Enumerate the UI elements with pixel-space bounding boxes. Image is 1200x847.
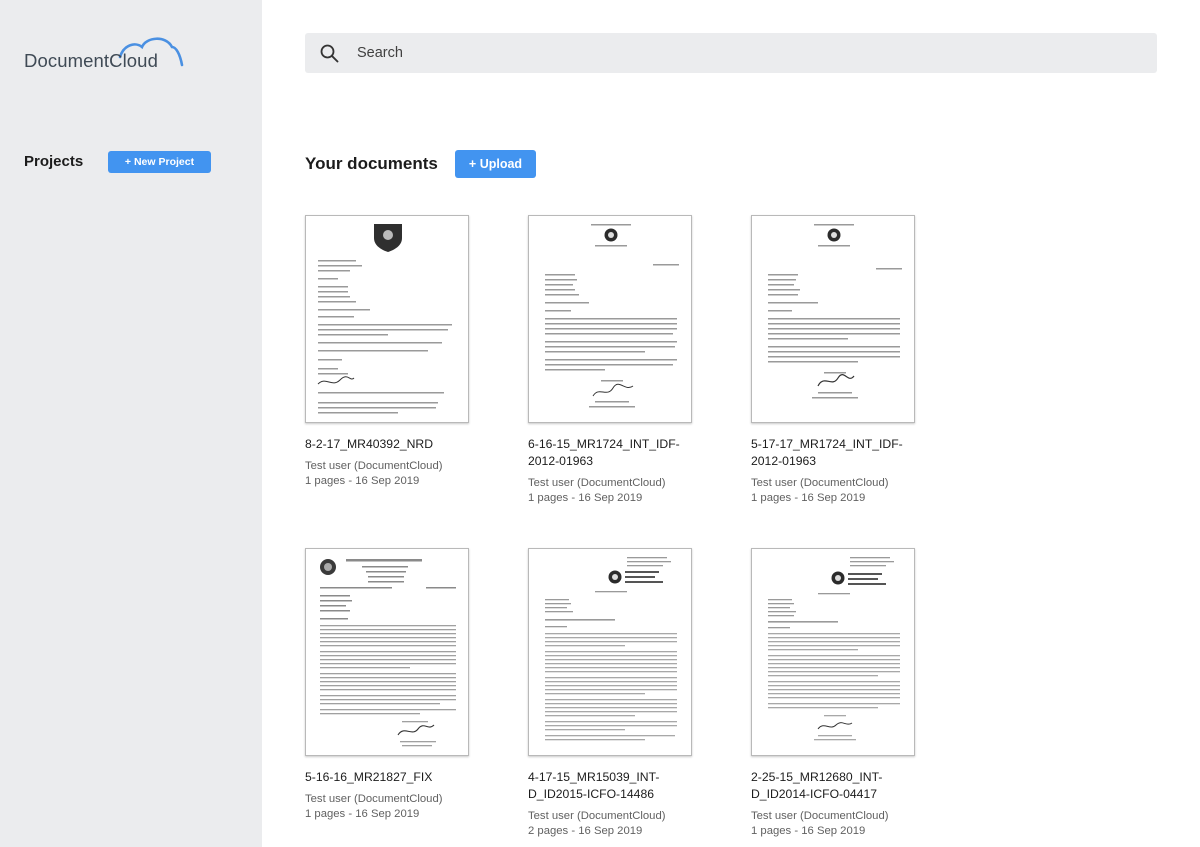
document-page-preview (545, 224, 679, 408)
document-info: 1 pages - 16 Sep 2019 (751, 824, 866, 837)
new-project-button[interactable]: + New Project (108, 151, 211, 173)
document-title[interactable]: 5-17-17_MR1724_INT_IDF-2012-01963 (751, 436, 927, 470)
document-thumbnail[interactable] (305, 215, 469, 423)
upload-button[interactable]: + Upload (455, 150, 536, 178)
document-author: Test user (DocumentCloud) (305, 793, 443, 805)
document-thumbnail[interactable] (528, 215, 692, 423)
document-author: Test user (DocumentCloud) (528, 477, 666, 489)
document-author: Test user (DocumentCloud) (305, 460, 443, 472)
document-title[interactable]: 2-25-15_MR12680_INT-D_ID2014-ICFO-04417 (751, 769, 927, 803)
document-title[interactable]: 5-16-16_MR21827_FIX (305, 769, 481, 786)
document-meta: Test user (DocumentCloud) 1 pages - 16 S… (528, 476, 728, 505)
document-page-preview (768, 224, 902, 399)
document-page-preview (768, 557, 900, 741)
document-info: 1 pages - 16 Sep 2019 (305, 807, 420, 820)
search-input[interactable] (357, 33, 1137, 73)
search-bar[interactable] (305, 33, 1157, 73)
document-info: 1 pages - 16 Sep 2019 (305, 474, 420, 487)
page-title: Your documents (305, 154, 438, 173)
document-author: Test user (DocumentCloud) (528, 810, 666, 822)
document-author: Test user (DocumentCloud) (751, 477, 889, 489)
document-page-preview (545, 557, 677, 741)
document-meta: Test user (DocumentCloud) 1 pages - 16 S… (751, 809, 951, 838)
document-page-preview (320, 559, 456, 747)
document-thumbnail[interactable] (528, 548, 692, 756)
document-title[interactable]: 8-2-17_MR40392_NRD (305, 436, 481, 453)
document-info: 1 pages - 16 Sep 2019 (751, 491, 866, 504)
document-meta: Test user (DocumentCloud) 1 pages - 16 S… (305, 792, 505, 821)
projects-heading: Projects (24, 153, 84, 170)
document-thumbnail[interactable] (305, 548, 469, 756)
document-thumbnail[interactable] (751, 215, 915, 423)
document-page-preview (317, 224, 452, 414)
sidebar: DocumentCloud Projects + New Project (0, 0, 262, 847)
logo-text: DocumentCloud (24, 50, 158, 71)
document-meta: Test user (DocumentCloud) 1 pages - 16 S… (751, 476, 951, 505)
document-meta: Test user (DocumentCloud) 2 pages - 16 S… (528, 809, 728, 838)
documentcloud-logo[interactable]: DocumentCloud (22, 34, 192, 74)
document-author: Test user (DocumentCloud) (751, 810, 889, 822)
document-title[interactable]: 6-16-15_MR1724_INT_IDF-2012-01963 (528, 436, 704, 470)
document-title[interactable]: 4-17-15_MR15039_INT-D_ID2015-ICFO-14486 (528, 769, 704, 803)
document-meta: Test user (DocumentCloud) 1 pages - 16 S… (305, 459, 505, 488)
document-info: 1 pages - 16 Sep 2019 (528, 491, 643, 504)
document-info: 2 pages - 16 Sep 2019 (528, 824, 643, 837)
search-icon (320, 44, 339, 63)
document-thumbnail[interactable] (751, 548, 915, 756)
